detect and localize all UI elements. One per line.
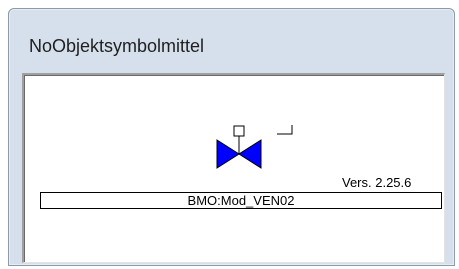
valve-left-triangle (216, 139, 240, 169)
actuator-box (233, 125, 245, 137)
valve-icon[interactable] (195, 124, 305, 184)
corner-mark-icon (277, 125, 293, 135)
valve-right-triangle (238, 139, 262, 169)
title-bar[interactable]: NoObjektsymbolmittel (9, 9, 454, 71)
window-title: NoObjektsymbolmittel (29, 36, 205, 56)
symbol-preview-area: Vers. 2.25.6 BMO:Mod_VEN02 (22, 73, 445, 263)
version-label: Vers. 2.25.6 (342, 175, 412, 190)
symbol-name-label: BMO:Mod_VEN02 (187, 193, 295, 208)
symbol-name-box: BMO:Mod_VEN02 (40, 192, 442, 209)
preview-inner-border: Vers. 2.25.6 BMO:Mod_VEN02 (24, 75, 444, 262)
dialog-window: NoObjektsymbolmittel Vers. 2.25.6 BMO:Mo… (8, 8, 455, 266)
